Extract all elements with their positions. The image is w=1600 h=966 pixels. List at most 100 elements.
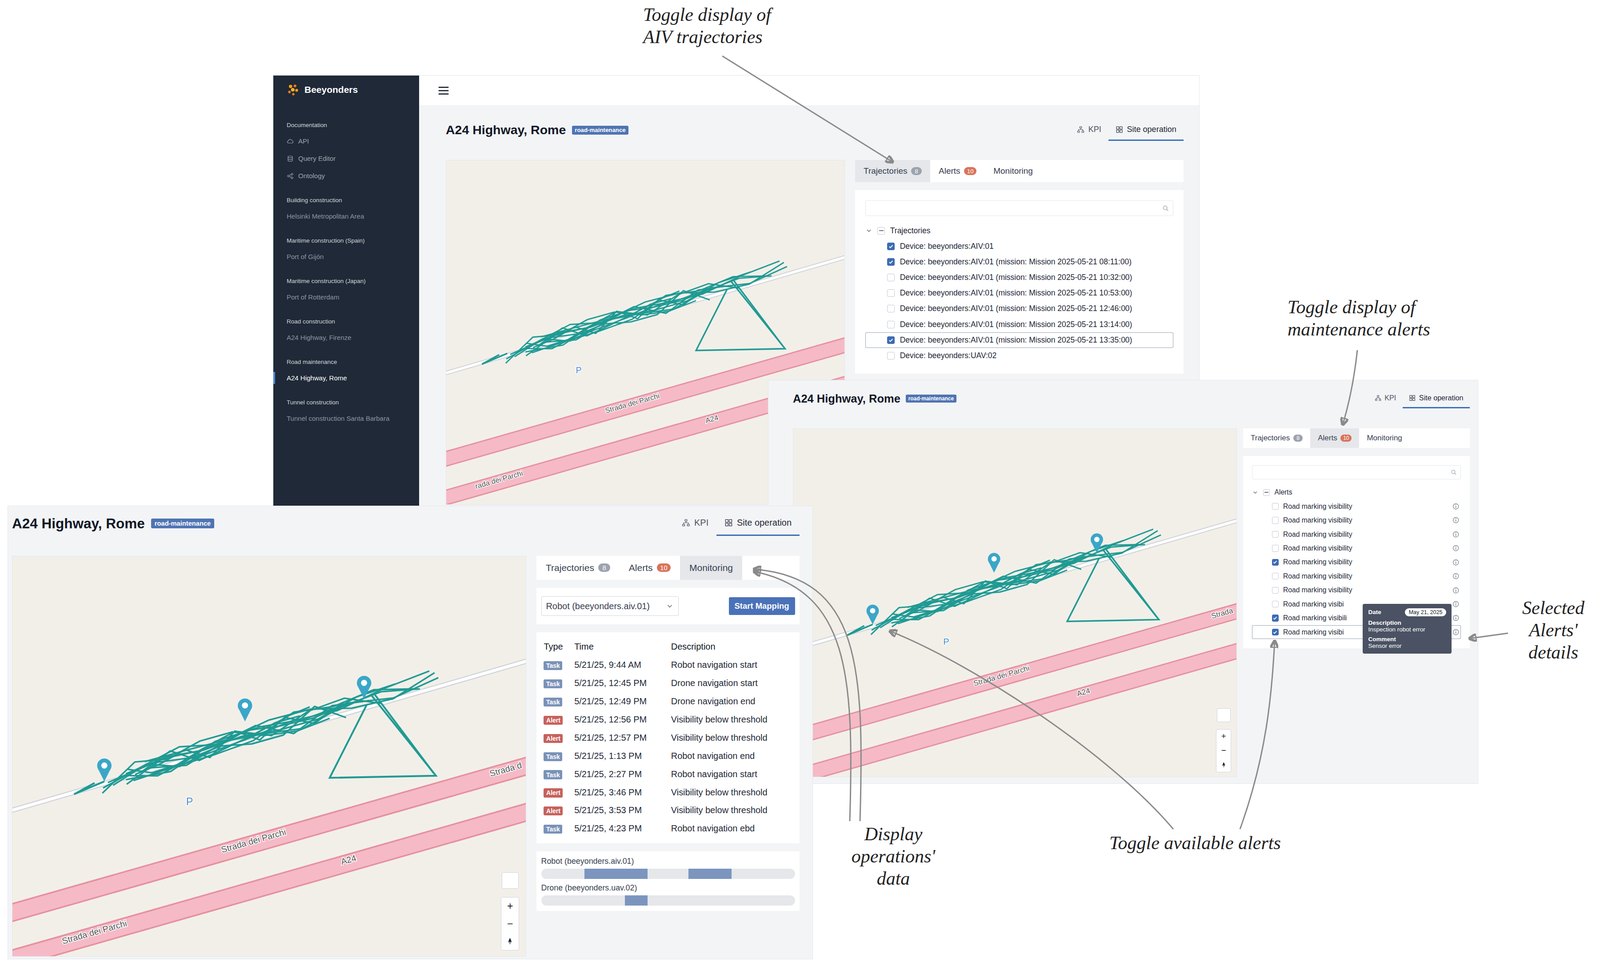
tree-row[interactable]: Road marking visibility (1252, 499, 1461, 514)
checkbox[interactable] (887, 273, 895, 282)
info-icon[interactable] (1452, 503, 1460, 510)
panel-tab[interactable]: Trajectories8 (855, 160, 931, 182)
panel-tab[interactable]: Alerts10 (1310, 428, 1360, 448)
checkbox[interactable] (887, 336, 895, 344)
sidebar-item[interactable]: Ontology (286, 167, 412, 185)
sidebar-item[interactable]: Tunnel construction Santa Barbara (286, 409, 412, 428)
brand[interactable]: Beeyonders (273, 80, 420, 99)
zoom-button[interactable]: − (501, 915, 519, 933)
sidebar-item[interactable]: Port of Gijón (286, 248, 412, 266)
sidebar-item[interactable]: Helsinki Metropolitan Area (286, 207, 412, 225)
panel-tab[interactable]: Monitoring (984, 160, 1042, 182)
search-field[interactable] (1252, 465, 1461, 480)
table-row[interactable]: Task5/21/25, 12:49 PMDrone navigation en… (541, 692, 796, 711)
alert-pin[interactable] (237, 698, 252, 722)
table-row[interactable]: Task5/21/25, 9:44 AMRobot navigation sta… (541, 656, 796, 675)
checkbox[interactable] (1272, 516, 1279, 524)
tree-row[interactable]: Road marking visibility (1252, 541, 1461, 556)
tree-row[interactable]: Device: beeyonders:UAV:02 (865, 348, 1174, 364)
table-row[interactable]: Task5/21/25, 2:27 PMRobot navigation sta… (541, 765, 796, 784)
sidebar-item[interactable]: Query Editor (286, 149, 412, 168)
tree-row[interactable]: Device: beeyonders:AIV:01 (mission: Miss… (865, 300, 1174, 317)
info-icon[interactable] (1452, 614, 1460, 622)
view-tab[interactable]: KPI (1368, 388, 1403, 409)
view-tab[interactable]: Site operation (1402, 388, 1470, 409)
table-row[interactable]: Alert5/21/25, 3:46 PMVisibility below th… (541, 783, 796, 802)
checkbox[interactable] (887, 289, 895, 297)
map-canvas[interactable]: PStrada dei ParchiA24Strada (793, 428, 1237, 777)
layer-toggle[interactable] (1216, 708, 1231, 723)
checkbox[interactable] (887, 320, 895, 329)
checkbox[interactable] (1272, 544, 1279, 552)
info-icon[interactable] (1452, 572, 1460, 580)
checkbox[interactable] (887, 304, 895, 313)
alert-pin[interactable] (97, 758, 112, 782)
table-row[interactable]: Task5/21/25, 1:13 PMRobot navigation end (541, 747, 796, 766)
map[interactable]: PStrada dStrada dei ParchiA24Strada dei … (12, 556, 527, 957)
table-row[interactable]: Alert5/21/25, 12:56 PMVisibility below t… (541, 710, 796, 729)
zoom-button[interactable]: + (501, 897, 519, 916)
tree-root[interactable]: Alerts (1252, 485, 1461, 500)
checkbox[interactable] (887, 242, 895, 251)
checkbox[interactable] (1272, 503, 1279, 510)
info-icon[interactable] (1452, 600, 1460, 608)
info-icon[interactable] (1452, 544, 1460, 552)
tree-row[interactable]: Road marking visibility (1252, 527, 1461, 542)
info-icon[interactable] (1452, 587, 1460, 594)
panel-tab[interactable]: Alerts10 (619, 556, 680, 581)
checkbox[interactable] (1272, 559, 1279, 566)
alert-pin[interactable] (866, 604, 880, 625)
table-row[interactable]: Alert5/21/25, 12:57 PMVisibility below t… (541, 728, 796, 748)
checkbox[interactable] (1263, 489, 1270, 496)
tree-row[interactable]: Device: beeyonders:AIV:01 (mission: Miss… (865, 332, 1174, 348)
device-select[interactable]: Robot (beeyonders.aiv.01) (541, 596, 679, 616)
view-tab[interactable]: KPI (1069, 119, 1109, 141)
tree-row[interactable]: Road marking visibility (1252, 583, 1461, 598)
tree-row[interactable]: Device: beeyonders:AIV:01 (mission: Miss… (865, 316, 1174, 333)
panel-tab[interactable]: Monitoring (1359, 428, 1410, 448)
tree-row[interactable]: Device: beeyonders:AIV:01 (mission: Miss… (865, 269, 1174, 286)
tree-row[interactable]: Device: beeyonders:AIV:01 (mission: Miss… (865, 285, 1174, 301)
panel-tab[interactable]: Trajectories8 (536, 556, 620, 581)
table-row[interactable]: Alert5/21/25, 3:53 PMVisibility below th… (541, 801, 796, 820)
checkbox[interactable] (1272, 531, 1279, 538)
timeline-segment[interactable] (688, 868, 732, 880)
info-icon[interactable] (1452, 559, 1460, 566)
view-tab[interactable]: Site operation (1108, 119, 1184, 141)
zoom-button[interactable]: + (1216, 729, 1231, 744)
compass-button[interactable] (1216, 757, 1231, 772)
alert-pin[interactable] (356, 676, 372, 700)
panel-tab[interactable]: Monitoring (680, 556, 743, 581)
chevron-down-icon[interactable] (865, 227, 873, 235)
timeline-segment[interactable] (584, 868, 648, 880)
tree-row[interactable]: Device: beeyonders:AIV:01 (865, 238, 1174, 255)
info-icon[interactable] (1452, 628, 1460, 636)
info-icon[interactable] (1452, 516, 1460, 524)
sidebar-item[interactable]: A24 Highway, Firenze (286, 328, 412, 347)
menu-icon[interactable] (436, 84, 451, 98)
sidebar-item[interactable]: API (286, 132, 412, 150)
search-field[interactable] (865, 200, 1174, 217)
checkbox[interactable] (1272, 572, 1279, 580)
compass-button[interactable] (501, 932, 519, 951)
view-tab[interactable]: KPI (673, 511, 717, 536)
table-row[interactable]: Task5/21/25, 12:45 PMDrone navigation st… (541, 674, 796, 693)
view-tab[interactable]: Site operation (716, 511, 800, 536)
zoom-button[interactable]: − (1216, 743, 1231, 758)
timeline-segment[interactable] (624, 895, 648, 906)
checkbox[interactable] (887, 352, 895, 360)
tree-row[interactable]: Road marking visibiDateMay 21, 2025Descr… (1252, 625, 1461, 640)
chevron-down-icon[interactable] (1252, 489, 1259, 496)
tree-row[interactable]: Device: beeyonders:AIV:01 (mission: Miss… (865, 254, 1174, 270)
checkbox[interactable] (1272, 600, 1279, 608)
map[interactable]: PStrada dei ParchiA24Strada+− (792, 428, 1237, 778)
start-mapping-button[interactable]: Start Mapping (728, 597, 796, 616)
sidebar-item[interactable]: Port of Rotterdam (286, 288, 412, 306)
tree-row[interactable]: Road marking visibility (1252, 555, 1461, 570)
table-row[interactable]: Task5/21/25, 4:23 PMRobot navigation ebd (541, 819, 796, 838)
tree-row[interactable]: Road marking visibility (1252, 569, 1461, 584)
alert-pin[interactable] (1090, 533, 1104, 554)
panel-tab[interactable]: Trajectories8 (1243, 428, 1311, 448)
checkbox[interactable] (887, 258, 895, 266)
info-icon[interactable] (1452, 531, 1460, 538)
